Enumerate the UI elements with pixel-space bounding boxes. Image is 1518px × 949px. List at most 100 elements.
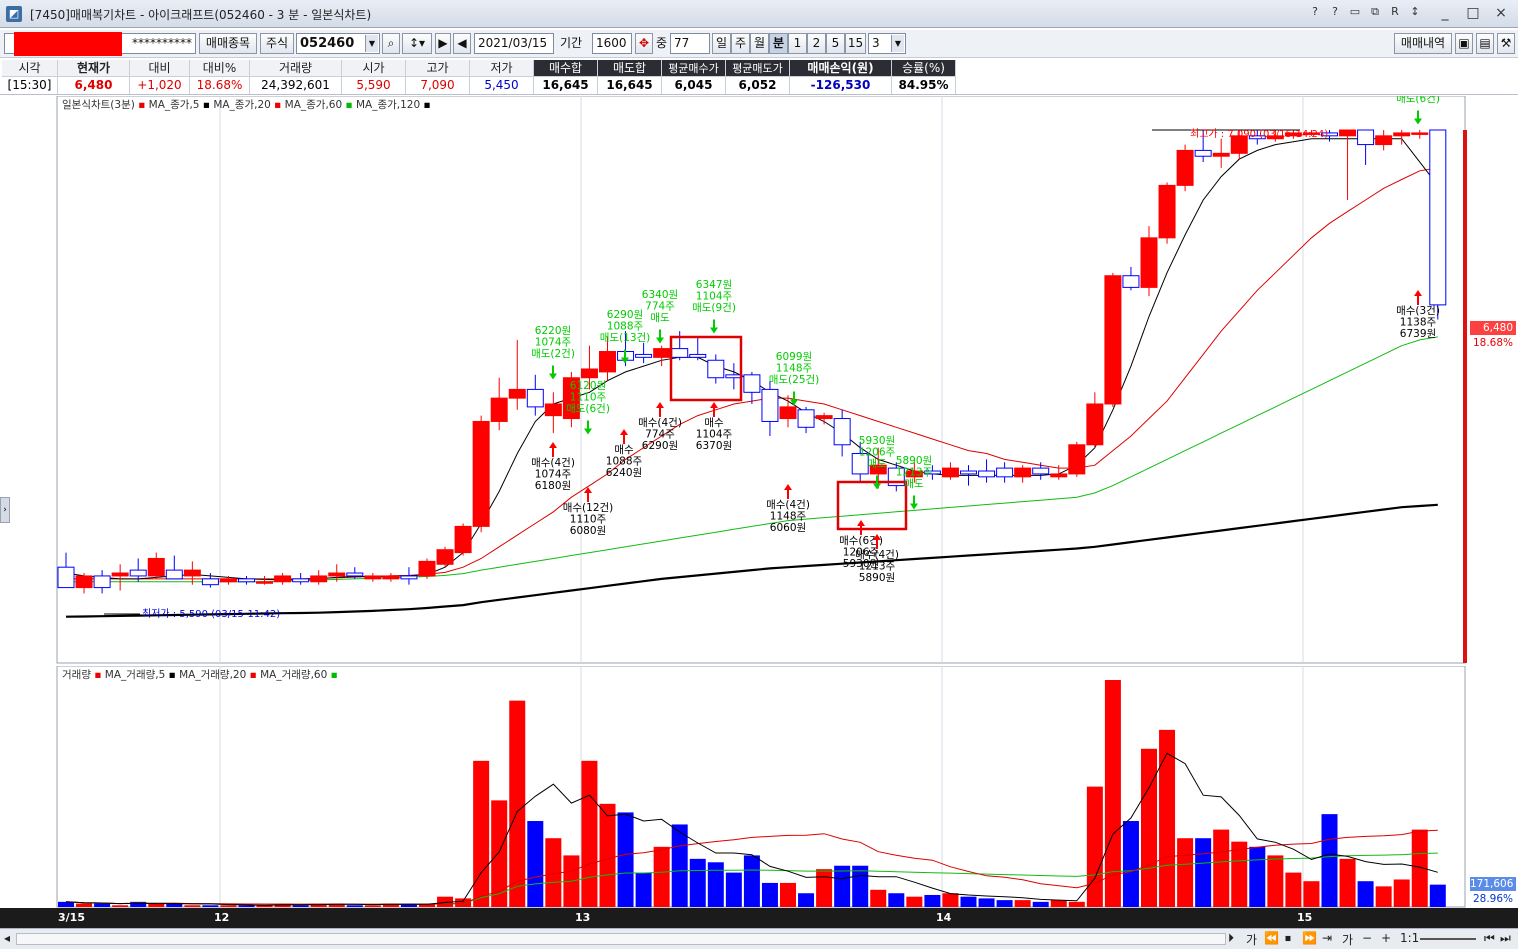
link-icon[interactable]: ?: [1308, 5, 1322, 19]
scroll-left-icon[interactable]: ◂: [4, 931, 10, 945]
tile-icon[interactable]: ⧉: [1368, 5, 1382, 19]
price-chart-svg[interactable]: 최고가 : 7,090 (03/15-14:24) 최저가 : 5,590 (03…: [0, 93, 1518, 664]
legend-vma60: MA_거래량,60: [260, 669, 328, 681]
stock-select-button[interactable]: 매매종목: [199, 33, 257, 54]
font-icon[interactable]: 가: [1246, 931, 1257, 948]
candle-body: [960, 470, 977, 475]
volume-bar: [1285, 872, 1302, 907]
candle-body: [833, 418, 851, 446]
sell-annotation-text: 1104주: [696, 291, 733, 303]
tf-minute[interactable]: 분: [769, 33, 788, 54]
zoom-ratio[interactable]: 1:1: [1400, 931, 1419, 945]
candle-body: [1140, 237, 1158, 288]
wrench-icon[interactable]: ⚒: [1497, 33, 1515, 54]
volume-chart-panel[interactable]: 거래량 ▪ MA_거래량,5 ▪ MA_거래량,20 ▪ MA_거래량,60 ▪…: [0, 665, 1518, 908]
horizontal-scrollbar[interactable]: [16, 933, 1226, 945]
search-icon[interactable]: ⌕: [382, 33, 400, 54]
buy-annotation-text: 매수: [614, 444, 634, 456]
buy-annotation-text: 1074주: [535, 469, 572, 481]
layout-icon[interactable]: ▭: [1348, 5, 1362, 19]
volume-chart-svg[interactable]: [0, 665, 1518, 908]
candle-body: [129, 569, 147, 577]
rewind-icon[interactable]: ⏪: [1264, 931, 1279, 945]
candle-body: [1032, 467, 1050, 475]
tf-month[interactable]: 월: [750, 33, 769, 54]
close-button[interactable]: ×: [1488, 2, 1514, 24]
side-panel-toggle[interactable]: ›: [0, 497, 10, 523]
tf-week[interactable]: 주: [731, 33, 750, 54]
val-time: [15:30]: [2, 77, 58, 94]
period-value: 1600: [596, 36, 627, 50]
sell-annotation-text: 매도: [650, 312, 670, 324]
hdr-avg-buy: 평균매수가: [662, 60, 726, 77]
title-icons: ? ? ▭ ⧉ R ↕: [1308, 5, 1422, 19]
volume-bar: [76, 903, 93, 907]
hdr-sell-sum: 매도합: [598, 60, 662, 77]
date-input[interactable]: 2021/03/15: [474, 33, 554, 54]
prev-icon[interactable]: ◀: [453, 33, 471, 54]
chevron-down-icon[interactable]: ▼: [365, 35, 378, 52]
count-input[interactable]: 77: [670, 33, 710, 54]
candle-body: [1122, 275, 1140, 288]
sell-annotation-text: 매도(6건): [566, 403, 610, 415]
sell-annotation-text: 5930원: [859, 435, 895, 447]
tf-1[interactable]: 1: [788, 33, 807, 54]
volume-bar: [798, 893, 815, 907]
val-open: 5,590: [342, 77, 406, 94]
minute-value: 3: [872, 36, 880, 50]
volume-bar: [1195, 838, 1212, 907]
scroll-right-icon[interactable]: ⏵: [1228, 931, 1234, 946]
val-pnl: -126,530: [790, 77, 892, 94]
candle-body: [418, 560, 436, 577]
tf-15[interactable]: 15: [845, 33, 866, 54]
save-icon[interactable]: ▤: [1476, 33, 1494, 54]
stop-icon[interactable]: ⏹: [1285, 931, 1291, 946]
info-bar: 시각 현재가 대비 대비% 거래량 시가 고가 저가 매수합 매도합 평균매수가…: [0, 59, 1518, 95]
date-value: 2021/03/15: [478, 36, 548, 50]
folder-icon[interactable]: ▣: [1455, 33, 1473, 54]
stock-code-input[interactable]: 052460 ▼: [296, 33, 380, 54]
candle-body: [797, 409, 815, 428]
refresh-icon[interactable]: R: [1388, 5, 1402, 19]
zoom-in-icon[interactable]: +: [1381, 931, 1391, 945]
tf-day[interactable]: 일: [712, 33, 731, 54]
market-type-button[interactable]: 주식: [260, 33, 294, 54]
x-label-12: 12: [214, 911, 230, 924]
jump-end-icon[interactable]: ⇥: [1322, 931, 1332, 945]
candle-body: [472, 420, 490, 527]
minute-select[interactable]: 3 ▼: [868, 33, 906, 54]
resize-icon[interactable]: ↕: [1408, 5, 1422, 19]
candle-body: [292, 578, 310, 583]
volume-bar: [238, 905, 255, 907]
volume-bar: [509, 700, 526, 907]
help-icon[interactable]: ?: [1328, 5, 1342, 19]
val-buy-sum: 16,645: [534, 77, 598, 94]
chevron-down-icon[interactable]: ▼: [891, 35, 904, 52]
sort-icon[interactable]: ↕▾: [402, 33, 432, 54]
candle-body: [256, 581, 274, 584]
time-axis: 3/15 12 13 14 15: [0, 908, 1518, 928]
play-icon[interactable]: ▶: [435, 33, 451, 54]
zoom-out-icon[interactable]: −: [1362, 931, 1372, 945]
period-input[interactable]: 1600: [592, 33, 632, 54]
volume-bar: [1122, 821, 1139, 907]
candle-body: [580, 368, 598, 379]
first-page-icon[interactable]: ⏮: [1484, 931, 1495, 946]
price-chart-panel[interactable]: 최고가 : 7,090 (03/15-14:24) 최저가 : 5,590 (03…: [0, 93, 1518, 664]
minimize-button[interactable]: _: [1432, 2, 1458, 24]
candle-body: [111, 572, 129, 577]
candle-body: [274, 575, 292, 583]
last-page-icon[interactable]: ⏭: [1500, 931, 1511, 946]
fast-forward-icon[interactable]: ⏩: [1302, 931, 1317, 945]
grid-icon[interactable]: ✥: [635, 33, 653, 54]
volume-bar: [220, 905, 237, 907]
price-legend-title: 일본식차트(3분): [62, 99, 135, 111]
trade-history-button[interactable]: 매매내역: [1394, 33, 1452, 54]
maximize-button[interactable]: □: [1460, 2, 1486, 24]
text-size-icon[interactable]: 가: [1342, 931, 1353, 948]
legend-vma20: MA_거래량,20: [179, 669, 247, 681]
tf-5[interactable]: 5: [826, 33, 845, 54]
zoom-slider[interactable]: [1420, 938, 1476, 940]
sell-annotation-text: 매도(9건): [692, 302, 736, 314]
tf-2[interactable]: 2: [807, 33, 826, 54]
